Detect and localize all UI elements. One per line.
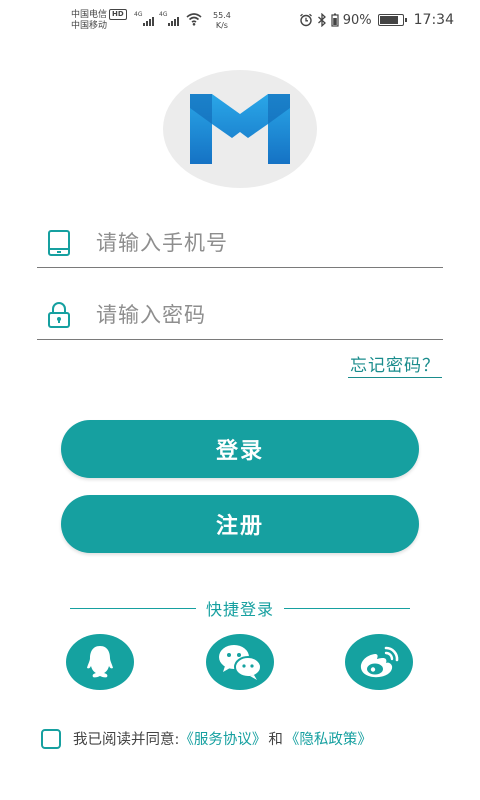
battery-percent: 90% bbox=[342, 12, 372, 28]
phone-icon bbox=[46, 229, 72, 257]
phone-field[interactable] bbox=[37, 218, 443, 268]
agreement-checkbox[interactable] bbox=[41, 728, 61, 749]
lock-icon bbox=[46, 301, 72, 329]
wechat-icon bbox=[219, 645, 262, 680]
forgot-password-link[interactable]: 忘记密码？ bbox=[348, 355, 442, 378]
clock: 17:34 bbox=[413, 12, 454, 28]
wifi-icon bbox=[186, 13, 202, 26]
divider-line-left bbox=[70, 607, 196, 609]
battery-icon bbox=[377, 14, 407, 26]
password-field[interactable] bbox=[37, 290, 443, 340]
signal-indicators: 4G 4G bbox=[134, 12, 202, 26]
wechat-login-button[interactable] bbox=[206, 634, 274, 690]
password-input[interactable] bbox=[96, 302, 416, 327]
agreement-row: 我已阅读并同意: 《服务协议》 和 《隐私政策》 bbox=[41, 728, 372, 749]
speed-unit: K/s bbox=[215, 21, 228, 30]
agreement-prefix: 我已阅读并同意: bbox=[73, 732, 180, 748]
agreement-and: 和 bbox=[268, 732, 283, 748]
register-button[interactable]: 注册 bbox=[61, 495, 419, 553]
signal-1-icon: 4G bbox=[134, 12, 154, 26]
weibo-icon bbox=[360, 646, 399, 678]
carrier-1: 中国电信 bbox=[71, 10, 108, 20]
alarm-icon bbox=[299, 13, 312, 27]
hd-badge: HD bbox=[109, 9, 127, 20]
terms-link[interactable]: 《服务协议》 bbox=[179, 728, 266, 749]
bluetooth-icon bbox=[317, 13, 326, 27]
battery-fill bbox=[379, 16, 398, 24]
quick-login-title: 快捷登录 bbox=[206, 600, 275, 619]
app-logo bbox=[163, 70, 317, 188]
network-type-1: 4G bbox=[134, 11, 143, 18]
quick-login-divider: 快捷登录 bbox=[70, 597, 411, 619]
network-type-2: 4G bbox=[159, 11, 168, 18]
speed-value: 55.4 bbox=[213, 11, 231, 20]
phone-input[interactable] bbox=[96, 230, 416, 255]
carrier-2: 中国移动 bbox=[71, 21, 108, 31]
qq-login-button[interactable] bbox=[66, 634, 134, 690]
qq-icon bbox=[87, 646, 113, 678]
login-button[interactable]: 登录 bbox=[61, 420, 419, 478]
battery-small-icon bbox=[331, 13, 339, 27]
divider-line-right bbox=[284, 607, 411, 609]
carrier-info: 中国电信 HD 中国移动 bbox=[71, 9, 127, 32]
privacy-link[interactable]: 《隐私政策》 bbox=[285, 728, 372, 749]
network-speed: 55.4 K/s bbox=[213, 11, 231, 31]
status-bar: 中国电信 HD 中国移动 4G 4G 55.4 K/s 90% 17:34 bbox=[0, 0, 480, 40]
status-right: 90% 17:34 bbox=[299, 12, 454, 28]
weibo-login-button[interactable] bbox=[345, 634, 413, 690]
logo-m-icon bbox=[190, 94, 290, 164]
signal-2-icon: 4G bbox=[159, 12, 179, 26]
